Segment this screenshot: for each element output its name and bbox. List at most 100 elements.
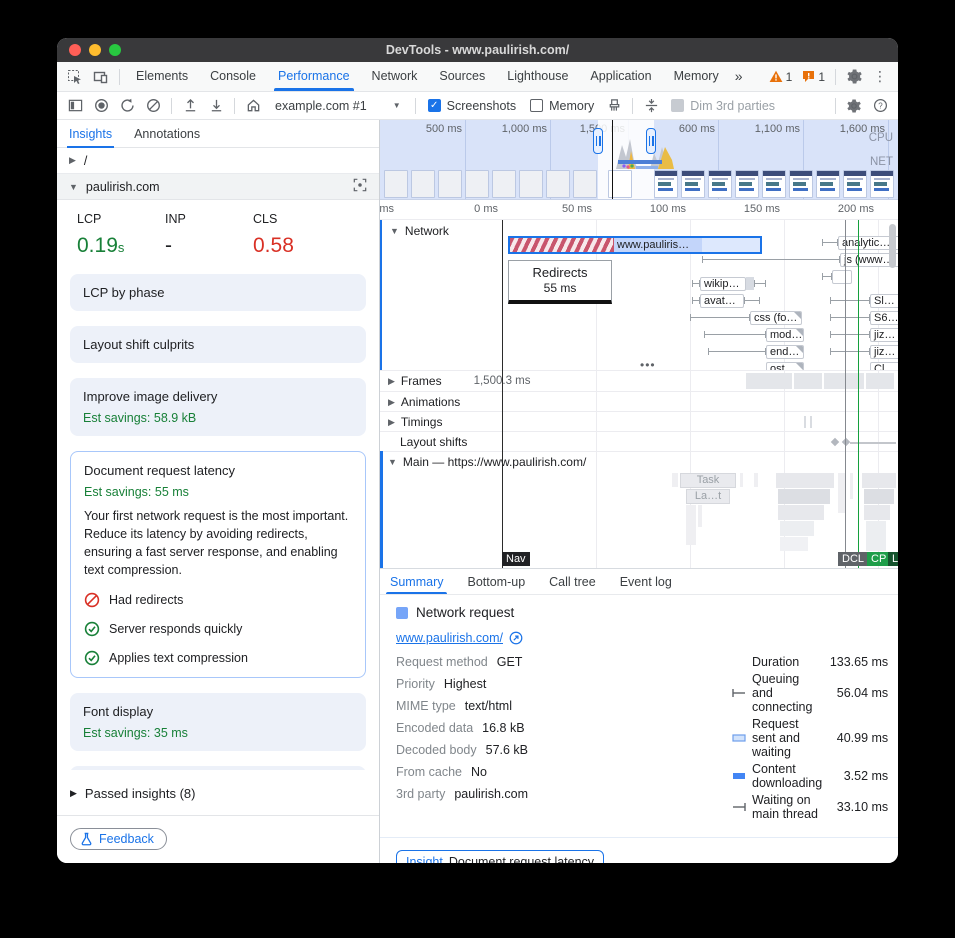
memory-checkbox[interactable]: Memory bbox=[524, 99, 600, 113]
filmstrip-thumbnail[interactable] bbox=[789, 170, 813, 198]
device-toolbar-icon[interactable] bbox=[89, 65, 113, 89]
filmstrip-thumbnail[interactable] bbox=[546, 170, 570, 198]
tab-event-log[interactable]: Event log bbox=[620, 570, 672, 594]
network-request[interactable]: jiz… bbox=[870, 345, 898, 359]
network-request[interactable] bbox=[832, 270, 852, 284]
download-trace-icon[interactable] bbox=[204, 94, 228, 118]
main-thread-task[interactable]: Task bbox=[680, 473, 736, 488]
history-select[interactable]: example.com #1▼ bbox=[267, 99, 409, 113]
layout-shifts-track[interactable]: Layout shifts bbox=[380, 431, 898, 451]
network-request[interactable]: mod… bbox=[766, 328, 804, 342]
site-section-header[interactable]: ▼ paulirish.com bbox=[57, 174, 379, 200]
l-marker-badge[interactable]: L bbox=[888, 552, 898, 566]
insight-card-font-display[interactable]: Font display Est savings: 35 ms bbox=[70, 693, 366, 751]
network-request[interactable]: Sl… bbox=[870, 294, 898, 308]
layout-shift-marker[interactable] bbox=[842, 438, 850, 446]
insight-card-layout-shift-culprits[interactable]: Layout shift culprits bbox=[70, 326, 366, 363]
filmstrip-thumbnail[interactable] bbox=[762, 170, 786, 198]
network-request[interactable]: Cl… bbox=[870, 362, 898, 370]
filmstrip-thumbnail[interactable] bbox=[411, 170, 435, 198]
redirects-annotation[interactable]: Redirects 55 ms bbox=[508, 260, 612, 304]
network-track-scrollbar[interactable] bbox=[889, 224, 896, 268]
layout-shift-marker[interactable] bbox=[831, 438, 839, 446]
animations-track[interactable]: ▶Animations bbox=[380, 391, 898, 411]
reveal-in-network-icon[interactable] bbox=[509, 631, 523, 645]
settings-gear-icon[interactable] bbox=[842, 65, 866, 89]
collect-garbage-icon[interactable] bbox=[602, 94, 626, 118]
tab-elements[interactable]: Elements bbox=[126, 62, 198, 91]
filmstrip-thumbnail[interactable] bbox=[492, 170, 516, 198]
network-request[interactable]: wikip… bbox=[700, 277, 746, 291]
filmstrip-thumbnail[interactable] bbox=[735, 170, 759, 198]
cls-value[interactable]: 0.58 bbox=[253, 234, 341, 258]
record-and-reload-icon[interactable] bbox=[115, 94, 139, 118]
tab-console[interactable]: Console bbox=[200, 62, 266, 91]
tab-lighthouse[interactable]: Lighthouse bbox=[497, 62, 578, 91]
tab-insights[interactable]: Insights bbox=[69, 120, 112, 148]
minimize-window-button[interactable] bbox=[89, 44, 101, 56]
tab-annotations[interactable]: Annotations bbox=[134, 120, 200, 148]
ignore-listing-icon[interactable] bbox=[639, 94, 663, 118]
window-left-handle[interactable] bbox=[593, 128, 603, 154]
screenshots-checkbox[interactable]: ✓Screenshots bbox=[422, 99, 522, 113]
flamechart[interactable]: ▼Network www.pauliris… Redirects 55 ms a… bbox=[380, 220, 898, 568]
track-resize-handle[interactable]: ••• bbox=[640, 358, 656, 370]
tab-summary[interactable]: Summary bbox=[390, 570, 443, 594]
tab-memory[interactable]: Memory bbox=[664, 62, 729, 91]
upload-trace-icon[interactable] bbox=[178, 94, 202, 118]
focus-trace-icon[interactable] bbox=[353, 178, 367, 195]
tab-network[interactable]: Network bbox=[362, 62, 428, 91]
home-icon[interactable] bbox=[241, 94, 265, 118]
kebab-menu-icon[interactable]: ⋮ bbox=[868, 65, 892, 89]
filmstrip-thumbnail[interactable] bbox=[438, 170, 462, 198]
main-thread-track-header[interactable]: ▼Main — https://www.paulirish.com/ bbox=[380, 451, 898, 471]
network-request[interactable]: S6… bbox=[870, 311, 898, 325]
inspect-icon[interactable] bbox=[63, 65, 87, 89]
insight-chip[interactable]: Insight Document request latency bbox=[396, 850, 604, 863]
request-url-link[interactable]: www.paulirish.com/ bbox=[396, 631, 503, 645]
main-thread-task[interactable]: La…t bbox=[686, 489, 730, 504]
inp-value[interactable]: - bbox=[165, 234, 253, 258]
network-request[interactable]: end… bbox=[766, 345, 804, 359]
network-request[interactable]: css (fo… bbox=[750, 311, 802, 325]
tab-performance[interactable]: Performance bbox=[268, 62, 360, 91]
tab-call-tree[interactable]: Call tree bbox=[549, 570, 596, 594]
filmstrip-thumbnail[interactable] bbox=[519, 170, 543, 198]
timings-track[interactable]: ▶Timings bbox=[380, 411, 898, 431]
record-icon[interactable] bbox=[89, 94, 113, 118]
filmstrip-thumbnail[interactable] bbox=[654, 170, 678, 198]
filmstrip-thumbnail[interactable] bbox=[708, 170, 732, 198]
capture-settings-gear-icon[interactable] bbox=[842, 94, 866, 118]
more-tabs-icon[interactable]: » bbox=[731, 62, 747, 91]
feedback-button[interactable]: Feedback bbox=[70, 828, 167, 850]
insight-card-improve-image-delivery[interactable]: Improve image delivery Est savings: 58.9… bbox=[70, 378, 366, 436]
toggle-sidebar-icon[interactable] bbox=[63, 94, 87, 118]
tab-bottom-up[interactable]: Bottom-up bbox=[467, 570, 525, 594]
filmstrip-thumbnail[interactable] bbox=[843, 170, 867, 198]
clear-icon[interactable] bbox=[141, 94, 165, 118]
filmstrip-thumbnail[interactable] bbox=[816, 170, 840, 198]
breadcrumb[interactable]: ▶ / bbox=[57, 148, 379, 174]
passed-insights-toggle[interactable]: ▶ Passed insights (8) bbox=[57, 770, 379, 801]
insight-card-document-request-latency[interactable]: Document request latency Est savings: 55… bbox=[70, 451, 366, 678]
filmstrip-thumbnail[interactable] bbox=[681, 170, 705, 198]
filmstrip-thumbnail[interactable] bbox=[870, 170, 894, 198]
window-right-handle[interactable] bbox=[646, 128, 656, 154]
tab-sources[interactable]: Sources bbox=[429, 62, 495, 91]
tab-application[interactable]: Application bbox=[580, 62, 661, 91]
warnings-badge[interactable]: 1 bbox=[765, 70, 797, 84]
network-request[interactable]: avat… bbox=[700, 294, 744, 308]
network-request[interactable]: jiz… bbox=[870, 328, 898, 342]
lcp-value[interactable]: 0.19s bbox=[77, 234, 165, 258]
nav-marker-badge[interactable]: Nav bbox=[502, 552, 530, 566]
document-request-bar[interactable]: www.pauliris… bbox=[508, 236, 762, 254]
filmstrip-thumbnail[interactable] bbox=[384, 170, 408, 198]
frames-track[interactable]: ▶Frames 1,500.3 ms bbox=[380, 370, 898, 391]
maximize-window-button[interactable] bbox=[109, 44, 121, 56]
timeline-overview[interactable]: 500 ms 1,000 ms 1,500 ms 600 ms 1,100 ms… bbox=[380, 120, 898, 200]
lcp-marker-badge[interactable]: CP bbox=[867, 552, 890, 566]
network-request[interactable]: ost… bbox=[766, 362, 804, 370]
dcl-marker-badge[interactable]: DCL bbox=[838, 552, 868, 566]
help-icon[interactable]: ? bbox=[868, 94, 892, 118]
close-window-button[interactable] bbox=[69, 44, 81, 56]
